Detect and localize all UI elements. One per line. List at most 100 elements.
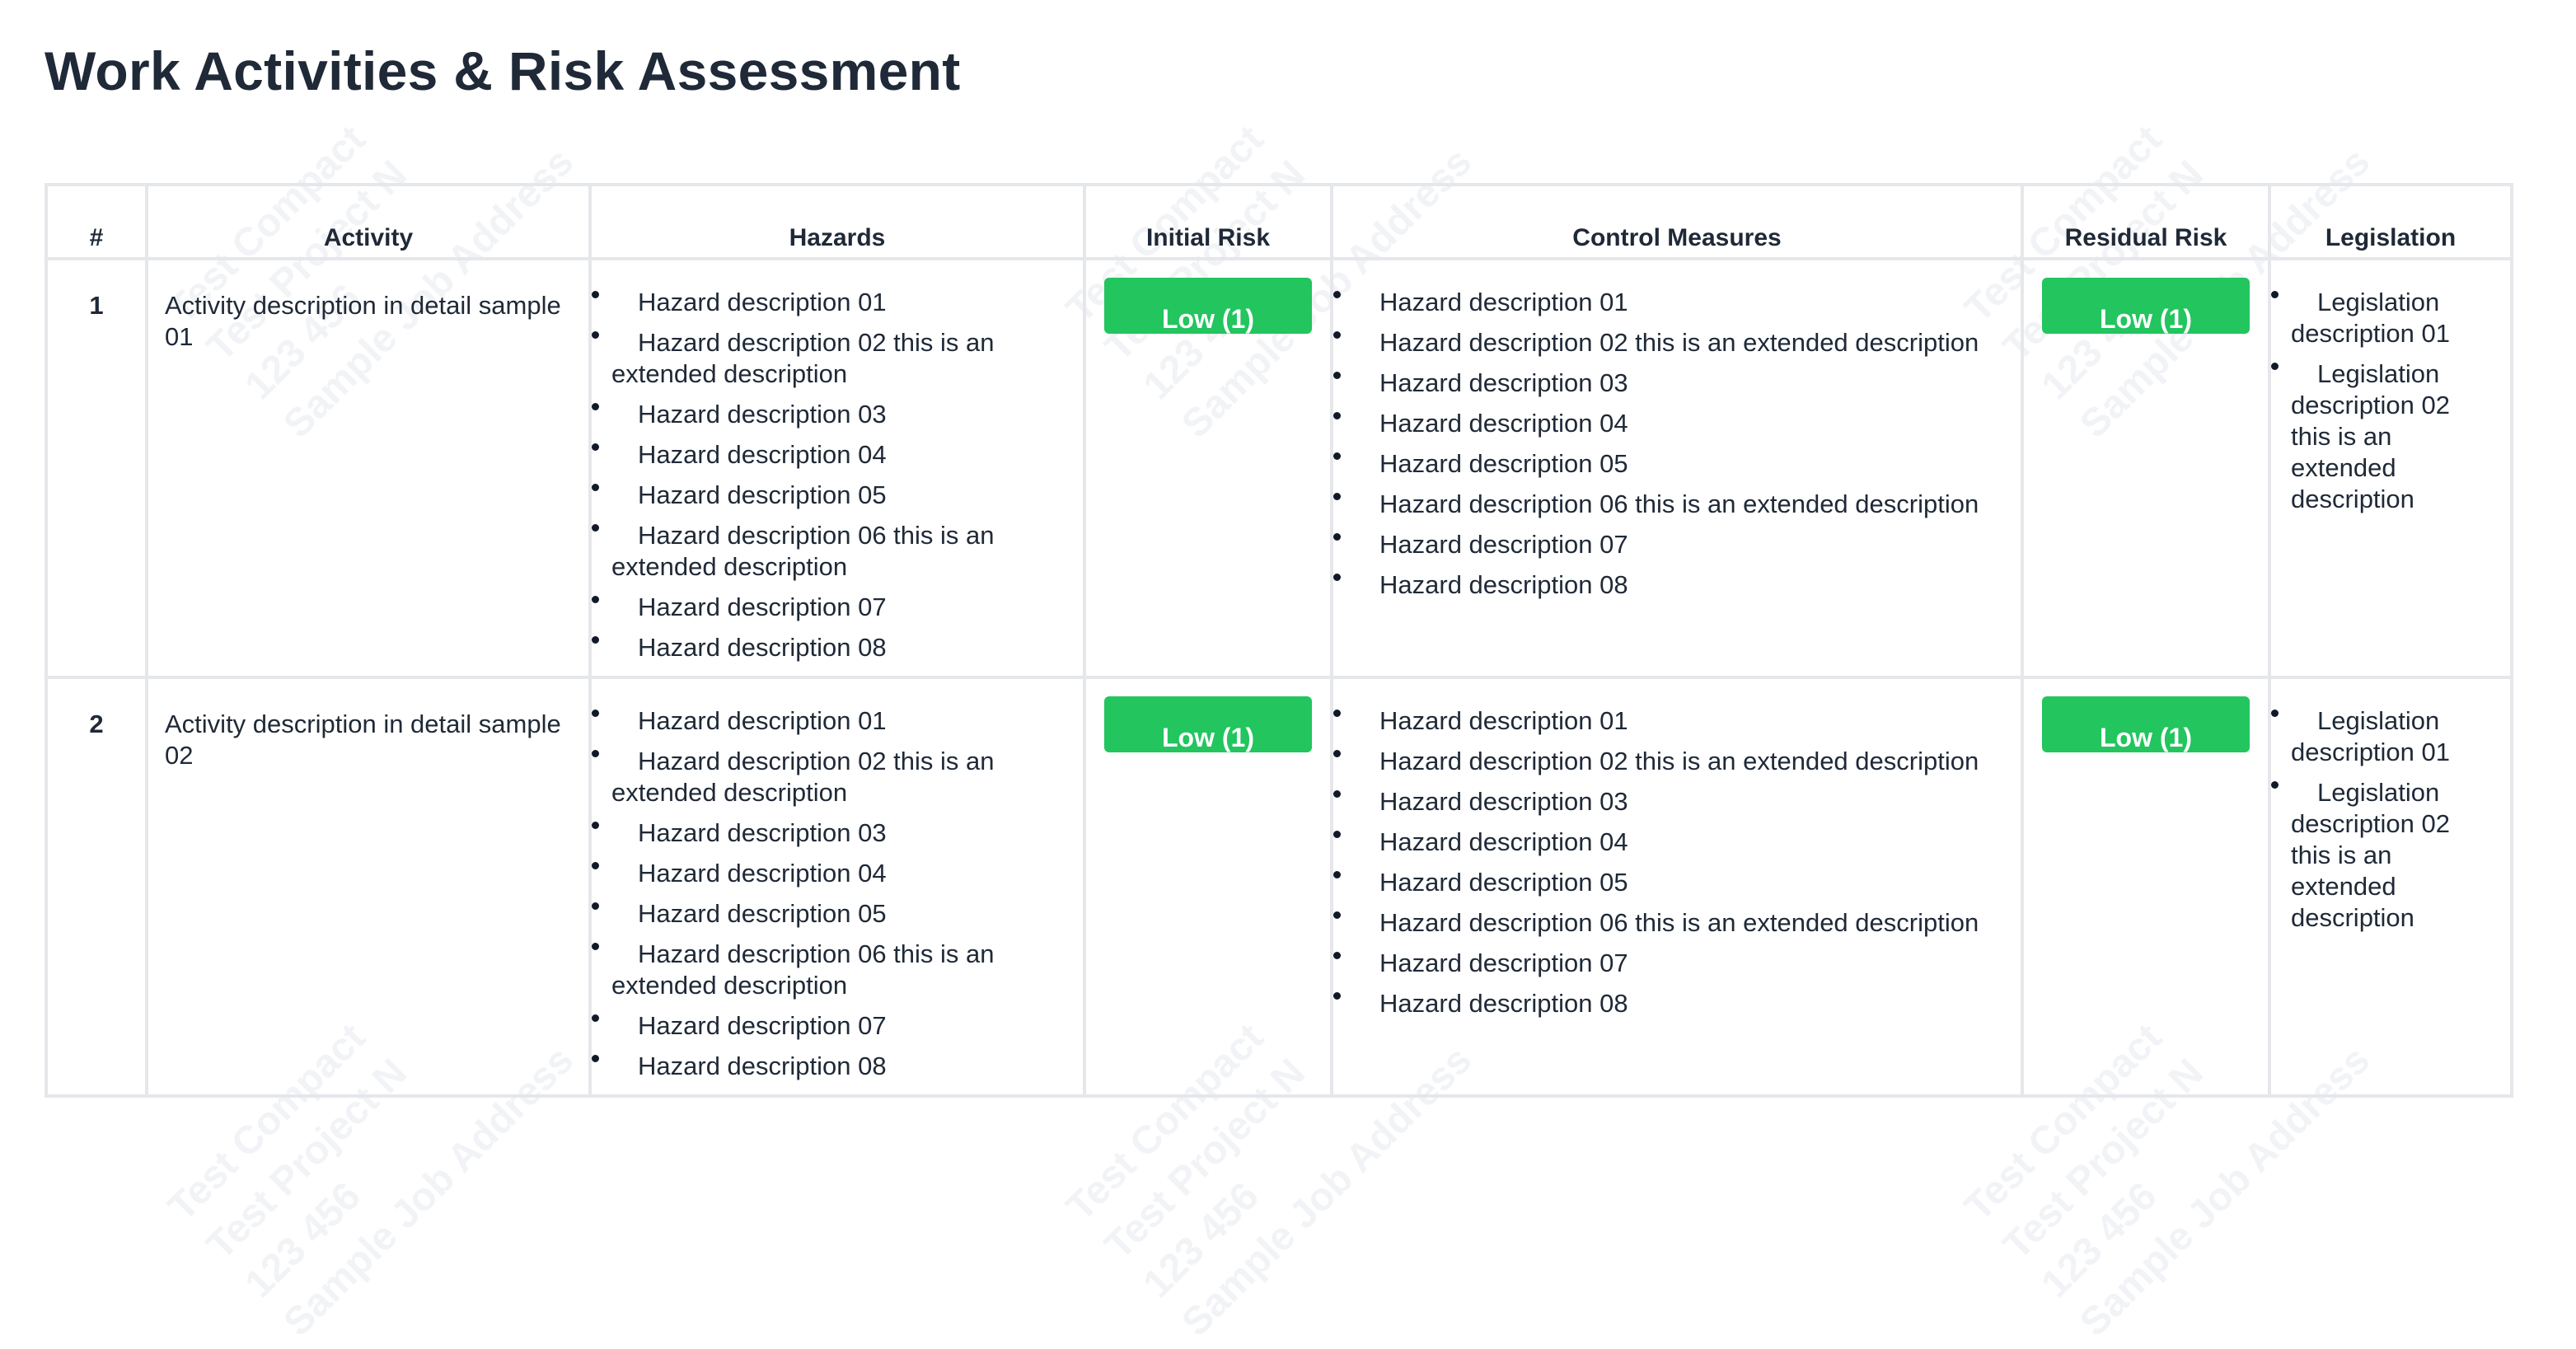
- list-item: Hazard description 03: [592, 399, 1075, 430]
- list-item: Hazard description 01: [1333, 705, 2012, 737]
- table-row: 2 Activity description in detail sample …: [44, 676, 2513, 1098]
- list-item: Hazard description 04: [1333, 408, 2012, 439]
- list-item: Hazard description 05: [592, 898, 1075, 930]
- list-item: Hazard description 05: [592, 480, 1075, 511]
- control-text: Hazard description 01: [1379, 288, 1628, 316]
- legislation-cell: Legislation description 01 Legislation d…: [2268, 257, 2513, 679]
- hazard-text: Hazard description 07: [638, 593, 887, 621]
- initial-risk-badge: Low (1): [1104, 696, 1312, 752]
- hazard-text: Hazard description 07: [638, 1011, 887, 1040]
- residual-risk-cell: Low (1): [2021, 257, 2271, 679]
- control-text: Hazard description 08: [1379, 989, 1628, 1018]
- hazards-list: Hazard description 01 Hazard description…: [592, 287, 1083, 663]
- control-text: Hazard description 04: [1379, 827, 1628, 856]
- hazard-text: Hazard description 01: [638, 288, 887, 316]
- header-control-measures: Control Measures: [1330, 183, 2024, 260]
- control-text: Hazard description 02 this is an extende…: [1379, 747, 1979, 775]
- list-item: Hazard description 02 this is an extende…: [592, 746, 1075, 808]
- list-item: Hazard description 01: [592, 705, 1075, 737]
- header-hazards: Hazards: [588, 183, 1086, 260]
- control-text: Hazard description 05: [1379, 449, 1628, 478]
- list-item: Hazard description 07: [592, 592, 1075, 623]
- list-item: Hazard description 06 this is an extende…: [1333, 489, 2012, 520]
- control-text: Hazard description 03: [1379, 787, 1628, 816]
- legislation-text: Legislation description 01: [2291, 288, 2451, 348]
- list-item: Hazard description 03: [592, 817, 1075, 849]
- control-text: Hazard description 02 this is an extende…: [1379, 328, 1979, 357]
- legislation-text: Legislation description 01: [2291, 706, 2451, 766]
- control-measures-list: Hazard description 01 Hazard description…: [1333, 705, 2021, 1019]
- list-item: Hazard description 07: [1333, 948, 2012, 979]
- list-item: Legislation description 01: [2271, 705, 2485, 768]
- header-initial-risk: Initial Risk: [1083, 183, 1333, 260]
- list-item: Hazard description 05: [1333, 867, 2012, 898]
- hazard-text: Hazard description 04: [638, 859, 887, 888]
- hazard-text: Hazard description 05: [638, 480, 887, 509]
- list-item: Hazard description 04: [592, 439, 1075, 471]
- list-item: Hazard description 02 this is an extende…: [1333, 327, 2012, 358]
- list-item: Hazard description 02 this is an extende…: [1333, 746, 2012, 777]
- header-number: #: [44, 183, 148, 260]
- list-item: Hazard description 04: [592, 858, 1075, 889]
- hazards-list: Hazard description 01 Hazard description…: [592, 705, 1083, 1082]
- legislation-text: Legislation description 02 this is an ex…: [2291, 778, 2451, 932]
- residual-risk-cell: Low (1): [2021, 676, 2271, 1098]
- list-item: Hazard description 02 this is an extende…: [592, 327, 1075, 390]
- list-item: Hazard description 08: [592, 1051, 1075, 1082]
- control-text: Hazard description 05: [1379, 868, 1628, 897]
- document-page: Work Activities & Risk Assessment # Acti…: [0, 0, 2576, 1098]
- risk-assessment-table: # Activity Hazards Initial Risk Control …: [44, 183, 2513, 1098]
- control-measures-cell: Hazard description 01 Hazard description…: [1330, 676, 2024, 1098]
- hazard-text: Hazard description 08: [638, 633, 887, 662]
- hazard-text: Hazard description 04: [638, 440, 887, 469]
- row-number: 1: [44, 257, 148, 679]
- hazard-text: Hazard description 02 this is an extende…: [611, 747, 995, 807]
- control-text: Hazard description 07: [1379, 530, 1628, 559]
- page-title: Work Activities & Risk Assessment: [44, 40, 961, 101]
- legislation-text: Legislation description 02 this is an ex…: [2291, 359, 2451, 513]
- control-text: Hazard description 04: [1379, 409, 1628, 438]
- control-measures-cell: Hazard description 01 Hazard description…: [1330, 257, 2024, 679]
- list-item: Hazard description 08: [592, 632, 1075, 663]
- list-item: Hazard description 04: [1333, 827, 2012, 858]
- initial-risk-cell: Low (1): [1083, 257, 1333, 679]
- hazards-cell: Hazard description 01 Hazard description…: [588, 676, 1086, 1098]
- list-item: Legislation description 02 this is an ex…: [2271, 358, 2485, 515]
- list-item: Hazard description 06 this is an extende…: [592, 520, 1075, 583]
- hazard-text: Hazard description 01: [638, 706, 887, 735]
- list-item: Hazard description 08: [1333, 569, 2012, 601]
- list-item: Hazard description 03: [1333, 786, 2012, 817]
- initial-risk-badge: Low (1): [1104, 278, 1312, 334]
- list-item: Hazard description 05: [1333, 448, 2012, 480]
- activity-description: Activity description in detail sample 01: [145, 257, 592, 679]
- legislation-cell: Legislation description 01 Legislation d…: [2268, 676, 2513, 1098]
- hazards-cell: Hazard description 01 Hazard description…: [588, 257, 1086, 679]
- hazard-text: Hazard description 05: [638, 899, 887, 928]
- legislation-list: Legislation description 01 Legislation d…: [2271, 287, 2494, 515]
- header-residual-risk: Residual Risk: [2021, 183, 2271, 260]
- residual-risk-badge: Low (1): [2042, 696, 2250, 752]
- control-measures-list: Hazard description 01 Hazard description…: [1333, 287, 2021, 601]
- control-text: Hazard description 01: [1379, 706, 1628, 735]
- list-item: Hazard description 07: [592, 1010, 1075, 1042]
- list-item: Hazard description 01: [592, 287, 1075, 318]
- list-item: Hazard description 01: [1333, 287, 2012, 318]
- residual-risk-badge: Low (1): [2042, 278, 2250, 334]
- hazard-text: Hazard description 08: [638, 1052, 887, 1080]
- activity-description: Activity description in detail sample 02: [145, 676, 592, 1098]
- control-text: Hazard description 06 this is an extende…: [1379, 908, 1979, 937]
- initial-risk-cell: Low (1): [1083, 676, 1333, 1098]
- hazard-text: Hazard description 03: [638, 818, 887, 847]
- hazard-text: Hazard description 06 this is an extende…: [611, 521, 995, 581]
- legislation-list: Legislation description 01 Legislation d…: [2271, 705, 2494, 934]
- list-item: Hazard description 03: [1333, 368, 2012, 399]
- list-item: Legislation description 01: [2271, 287, 2485, 349]
- table-header-row: # Activity Hazards Initial Risk Control …: [44, 183, 2513, 260]
- list-item: Hazard description 06 this is an extende…: [592, 939, 1075, 1001]
- control-text: Hazard description 08: [1379, 570, 1628, 599]
- hazard-text: Hazard description 03: [638, 400, 887, 429]
- list-item: Hazard description 08: [1333, 988, 2012, 1019]
- list-item: Legislation description 02 this is an ex…: [2271, 777, 2485, 934]
- row-number: 2: [44, 676, 148, 1098]
- control-text: Hazard description 06 this is an extende…: [1379, 489, 1979, 518]
